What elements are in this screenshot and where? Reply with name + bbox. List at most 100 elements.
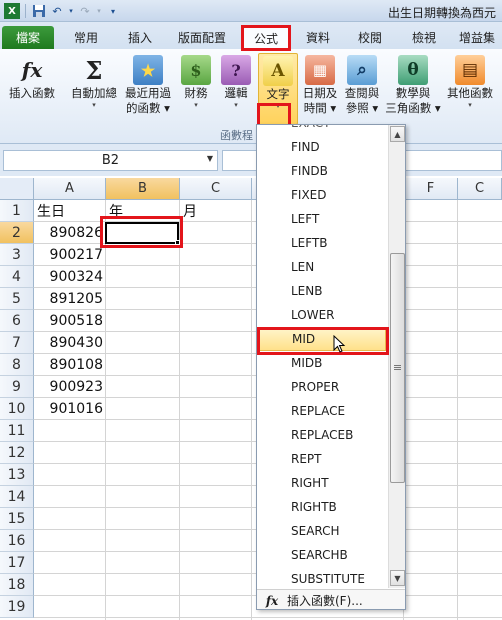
logical-button[interactable]: ? 邏輯 ▾: [218, 53, 254, 125]
redo-icon[interactable]: ↷: [77, 3, 93, 19]
lookup-reference-label-line2: 參照 ▾: [345, 101, 379, 115]
row-header[interactable]: 15: [0, 508, 34, 530]
row-header[interactable]: 19: [0, 596, 34, 618]
financial-button[interactable]: $ 財務 ▾: [176, 53, 216, 125]
cell-birthday[interactable]: 901016: [34, 398, 106, 420]
column-gridline: [251, 200, 252, 620]
function-library-group-label: 函數程: [220, 129, 253, 142]
insert-function-button[interactable]: fx 插入函數: [4, 53, 60, 125]
row-header[interactable]: 10: [0, 398, 34, 420]
sigma-icon: Σ: [85, 55, 103, 85]
row-header[interactable]: 8: [0, 354, 34, 376]
logical-book-icon: ?: [221, 55, 251, 85]
window-title: 出生日期轉換為西元: [387, 6, 496, 20]
cell-birthday[interactable]: 890826: [34, 222, 106, 244]
row-header[interactable]: 16: [0, 530, 34, 552]
row-header[interactable]: 17: [0, 552, 34, 574]
row-header[interactable]: 12: [0, 442, 34, 464]
row-header[interactable]: 14: [0, 486, 34, 508]
insert-function-menu-label: 插入函數(F)...: [287, 594, 363, 608]
redo-dropdown-icon[interactable]: ▾: [95, 3, 103, 19]
row-header[interactable]: 11: [0, 420, 34, 442]
cell-birthday[interactable]: 900217: [34, 244, 106, 266]
column-header-a[interactable]: A: [34, 178, 106, 200]
cell-birthday[interactable]: 900923: [34, 376, 106, 398]
scroll-thumb[interactable]: [390, 253, 405, 483]
lookup-reference-button[interactable]: ⌕ 查閱與 參照 ▾: [340, 53, 384, 125]
column-header-f[interactable]: F: [404, 178, 458, 200]
function-item-leftb[interactable]: LEFTB: [259, 231, 386, 255]
cell-birthday[interactable]: 891205: [34, 288, 106, 310]
column-header-b[interactable]: B: [106, 178, 180, 200]
function-item-searchb[interactable]: SEARCHB: [259, 543, 386, 567]
function-item-substitute[interactable]: SUBSTITUTE: [259, 567, 386, 587]
undo-dropdown-icon[interactable]: ▾: [67, 3, 75, 19]
row-header[interactable]: 7: [0, 332, 34, 354]
cell-birthday[interactable]: 890108: [34, 354, 106, 376]
function-item-fixed[interactable]: FIXED: [259, 183, 386, 207]
save-icon[interactable]: [31, 3, 47, 19]
tab-page-layout[interactable]: 版面配置: [170, 26, 234, 49]
tab-addins[interactable]: 增益集: [452, 26, 502, 49]
insert-function-menu-item[interactable]: fx 插入函數(F)...: [257, 589, 405, 609]
select-all-corner[interactable]: [0, 178, 34, 200]
row-header[interactable]: 4: [0, 266, 34, 288]
row-header[interactable]: 1: [0, 200, 34, 222]
row-header[interactable]: 5: [0, 288, 34, 310]
quick-access-toolbar: X ↶ ▾ ↷ ▾ ▾: [4, 2, 121, 20]
cell-a1[interactable]: 生日: [34, 200, 68, 222]
row-header[interactable]: 3: [0, 244, 34, 266]
date-time-button[interactable]: ▦ 日期及 時間 ▾: [300, 53, 340, 125]
function-item-proper[interactable]: PROPER: [259, 375, 386, 399]
scroll-up-icon[interactable]: ▲: [390, 126, 405, 142]
name-box-dropdown-icon[interactable]: ▼: [207, 154, 213, 163]
autosum-button[interactable]: Σ 自動加總 ▾: [66, 53, 122, 125]
column-header-g[interactable]: C: [458, 178, 502, 200]
tab-data[interactable]: 資料: [296, 26, 340, 49]
function-item-lower[interactable]: LOWER: [259, 303, 386, 327]
undo-icon[interactable]: ↶: [49, 3, 65, 19]
more-functions-button[interactable]: ▤ 其他函數 ▾: [442, 53, 498, 125]
recently-used-button[interactable]: ★ 最近用過 的函數 ▾: [122, 53, 174, 125]
row-header[interactable]: 6: [0, 310, 34, 332]
cell-birthday[interactable]: 890430: [34, 332, 106, 354]
row-header[interactable]: 2: [0, 222, 34, 244]
title-bar: X ↶ ▾ ↷ ▾ ▾ 出生日期轉換為西元: [0, 0, 502, 22]
tab-home[interactable]: 常用: [62, 26, 110, 49]
function-item-lenb[interactable]: LENB: [259, 279, 386, 303]
function-item-right[interactable]: RIGHT: [259, 471, 386, 495]
math-book-icon: θ: [398, 55, 428, 85]
tab-view[interactable]: 檢視: [402, 26, 446, 49]
function-item-left[interactable]: LEFT: [259, 207, 386, 231]
row-header[interactable]: 9: [0, 376, 34, 398]
cell-birthday[interactable]: 900324: [34, 266, 106, 288]
logical-dropdown-icon: ▾: [234, 101, 238, 109]
formula-bar: B2 ▼: [0, 144, 502, 176]
math-trig-label-line1: 數學與: [395, 86, 431, 100]
scroll-down-icon[interactable]: ▼: [390, 570, 405, 586]
menu-scrollbar[interactable]: ▲ ▼: [388, 125, 405, 588]
function-item-partial[interactable]: EXACT: [259, 125, 386, 135]
function-item-replaceb[interactable]: REPLACEB: [259, 423, 386, 447]
row-gridline: [34, 617, 502, 618]
tab-file[interactable]: 檔案: [2, 26, 54, 49]
function-item-replace[interactable]: REPLACE: [259, 399, 386, 423]
tab-insert[interactable]: 插入: [116, 26, 164, 49]
column-header-c[interactable]: C: [180, 178, 252, 200]
cell-birthday[interactable]: 900518: [34, 310, 106, 332]
recently-used-label-line1: 最近用過: [125, 86, 171, 100]
row-header[interactable]: 18: [0, 574, 34, 596]
function-item-rept[interactable]: REPT: [259, 447, 386, 471]
excel-icon[interactable]: X: [4, 3, 20, 19]
function-item-findb[interactable]: FINDB: [259, 159, 386, 183]
cell-c1[interactable]: 月: [180, 200, 200, 222]
function-item-find[interactable]: FIND: [259, 135, 386, 159]
math-trig-button[interactable]: θ 數學與 三角函數 ▾: [385, 53, 441, 125]
customize-qat-icon[interactable]: ▾: [105, 3, 121, 19]
function-item-rightb[interactable]: RIGHTB: [259, 495, 386, 519]
tab-review[interactable]: 校閱: [348, 26, 392, 49]
function-item-search[interactable]: SEARCH: [259, 519, 386, 543]
name-box[interactable]: B2 ▼: [3, 150, 218, 171]
function-item-len[interactable]: LEN: [259, 255, 386, 279]
row-header[interactable]: 13: [0, 464, 34, 486]
